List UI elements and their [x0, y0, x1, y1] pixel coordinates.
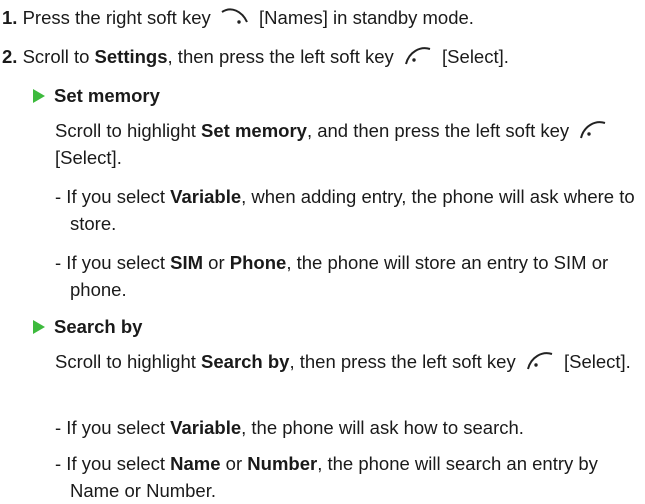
manual-page: 1. Press the right soft key [Names] in s… — [0, 0, 645, 502]
step-text: [Names] in standby mode. — [253, 7, 474, 28]
step-number: 2. — [2, 46, 18, 67]
list-item: - If you select Variable, when adding en… — [55, 186, 635, 234]
step-2: 2. Scroll to Settings, then press the le… — [2, 43, 509, 70]
step-text: Scroll to — [17, 46, 95, 67]
step-bold-term: Settings — [94, 46, 168, 67]
left-soft-key-icon — [578, 120, 608, 142]
section-paragraph: Scroll to highlight Search by, then pres… — [55, 351, 631, 373]
right-soft-key-icon — [220, 7, 250, 29]
section-heading-set-memory: Set memory — [33, 82, 160, 109]
section-paragraph: Scroll to highlight Set memory, and then… — [55, 117, 640, 171]
step-number: 1. — [2, 7, 18, 28]
list-item: - If you select SIM or Phone, the phone … — [55, 252, 609, 300]
triangle-bullet-icon — [33, 320, 45, 334]
list-item: - If you select Name or Number, the phon… — [55, 453, 598, 501]
step-text: [Select]. — [436, 46, 509, 67]
step-1: 1. Press the right soft key [Names] in s… — [2, 4, 474, 31]
list-item: - If you select Variable, the phone will… — [55, 417, 524, 438]
triangle-bullet-icon — [33, 89, 45, 103]
step-text: , then press the left soft key — [167, 46, 399, 67]
step-text: Press the right soft key — [17, 7, 216, 28]
section-heading-search-by: Search by — [33, 313, 142, 340]
left-soft-key-icon — [525, 351, 555, 373]
left-soft-key-icon — [403, 46, 433, 68]
